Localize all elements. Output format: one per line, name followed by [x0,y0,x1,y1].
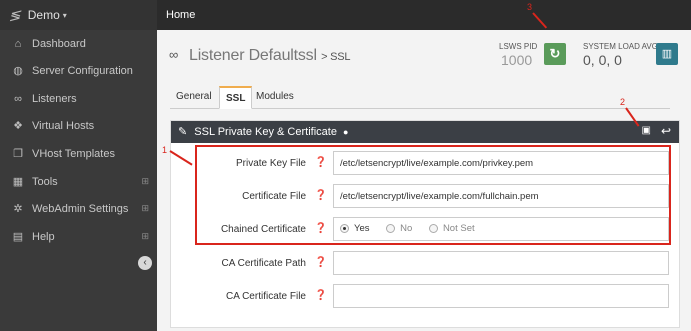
pid-value: 1000 [501,52,533,68]
radio-no[interactable]: No [386,223,412,234]
field-label: Private Key File [235,158,306,169]
load-label: SYSTEM LOAD AVG [583,42,658,51]
tab-bar: General SSL Modules [170,86,670,109]
link-icon: ∞ [14,92,22,105]
panel-header: ✎ SSL Private Key & Certificate ● ▣ ↩ [171,121,679,143]
breadcrumb-home[interactable]: Home [166,9,195,21]
sidebar-item-label: Listeners [32,92,77,105]
sidebar-item-server-configuration[interactable]: ◍ Server Configuration [0,57,157,84]
field-label: CA Certificate File [225,291,306,302]
row-ca-certificate-path: CA Certificate Path ❓ [195,250,671,277]
refresh-icon: ↻ [549,46,561,61]
sidebar-item-label: Virtual Hosts [32,119,95,132]
annotation-1: 1 [162,145,168,155]
tab-modules[interactable]: Modules [250,86,300,109]
field-label: Certificate File [242,191,306,202]
radio-not-set[interactable]: Not Set [428,223,475,234]
sidebar-item-listeners[interactable]: ∞ Listeners [0,85,157,112]
page-title: Listener Defaultssl > SSL [189,47,351,65]
radio-label: No [400,223,413,234]
save-icon[interactable]: ▣ [642,125,651,136]
sidebar-item-vhost-templates[interactable]: ❐ VHost Templates [0,140,157,167]
field-label: Chained Certificate [220,224,306,235]
copy-icon: ❐ [13,148,23,160]
sidebar-item-label: Tools [32,175,58,188]
load-value: 0, 0, 0 [583,52,622,68]
sidebar-item-virtual-hosts[interactable]: ❖ Virtual Hosts [0,112,157,139]
sidebar-item-label: VHost Templates [32,147,115,160]
field-label: CA Certificate Path [221,258,306,269]
row-ca-certificate-file: CA Certificate File ❓ [195,283,671,310]
sidebar-item-label: Dashboard [32,37,86,50]
bar-chart-icon: ▥ [661,48,673,60]
globe-icon: ◍ [13,65,23,77]
sidebar-item-label: WebAdmin Settings [32,202,129,215]
info-icon: ● [343,127,349,137]
collapse-sidebar-button[interactable]: ‹ [138,256,152,270]
row-certificate-file: Certificate File ❓ /etc/letsencrypt/live… [195,183,671,210]
certificate-file-input[interactable]: /etc/letsencrypt/live/example.com/fullch… [333,184,669,208]
page-title-text: Listener Defaultssl [189,47,317,64]
logo-icon: ≶ [7,6,25,23]
row-private-key-file: Private Key File ❓ /etc/letsencrypt/live… [195,150,671,177]
row-chained-certificate: Chained Certificate ❓ Yes No Not Set [195,216,671,243]
radio-dot [386,224,396,233]
grid-icon: ▦ [12,176,24,188]
sidebar-item-dashboard[interactable]: ⌂ Dashboard [0,30,157,57]
sidebar: ≶ Demo ▾ ⌂ Dashboard ◍ Server Configurat… [0,0,157,331]
help-icon[interactable]: ❓ [312,220,330,240]
annotation-3: 3 [527,2,533,12]
help-icon[interactable]: ❓ [312,254,330,274]
expand-icon[interactable]: ⊞ [141,176,149,187]
top-bar: Home [157,0,691,30]
sidebar-item-label: Server Configuration [32,64,133,77]
radio-label: Yes [354,223,370,234]
brand-name: Demo [27,8,60,22]
page-header: ∞ Listener Defaultssl > SSL LSWS PID 100… [157,30,691,80]
back-icon[interactable]: ↩ [661,124,671,138]
radio-dot [428,224,438,233]
ca-certificate-file-input[interactable] [333,284,669,308]
pid-label: LSWS PID [499,42,538,51]
home-icon: ⌂ [14,37,22,50]
sidebar-item-webadmin-settings[interactable]: ✲ WebAdmin Settings ⊞ [0,195,157,222]
radio-label: Not Set [442,223,475,234]
book-icon: ▤ [12,231,24,243]
radio-dot [340,224,349,233]
gear-icon: ✲ [13,203,23,215]
chevron-down-icon: ▾ [62,10,67,20]
help-icon[interactable]: ❓ [312,187,330,207]
page-subtitle: > SSL [321,51,351,63]
sidebar-item-tools[interactable]: ▦ Tools ⊞ [0,168,157,195]
chained-certificate-radios: Yes No Not Set [333,217,669,241]
expand-icon[interactable]: ⊞ [141,203,149,214]
restart-button[interactable]: ↻ [544,43,566,65]
help-icon[interactable]: ❓ [312,154,330,174]
private-key-file-input[interactable]: /etc/letsencrypt/live/example.com/privke… [333,151,669,175]
expand-icon[interactable]: ⊞ [141,231,149,242]
cubes-icon: ❖ [13,120,23,132]
chart-button[interactable]: ▥ [656,43,678,65]
help-icon[interactable]: ❓ [312,287,330,307]
panel-title: SSL Private Key & Certificate [194,126,337,138]
tab-general[interactable]: General [170,86,218,109]
sidebar-item-label: Help [32,230,55,243]
tab-ssl[interactable]: SSL [219,86,253,109]
ssl-panel: ✎ SSL Private Key & Certificate ● ▣ ↩ Pr… [170,120,680,328]
annotation-2: 2 [620,97,626,107]
edit-icon[interactable]: ✎ [178,126,187,138]
brand-menu[interactable]: ≶ Demo ▾ [0,0,157,30]
sidebar-item-help[interactable]: ▤ Help ⊞ [0,223,157,250]
radio-yes[interactable]: Yes [340,223,370,234]
ca-certificate-path-input[interactable] [333,251,669,275]
link-icon: ∞ [169,47,179,62]
